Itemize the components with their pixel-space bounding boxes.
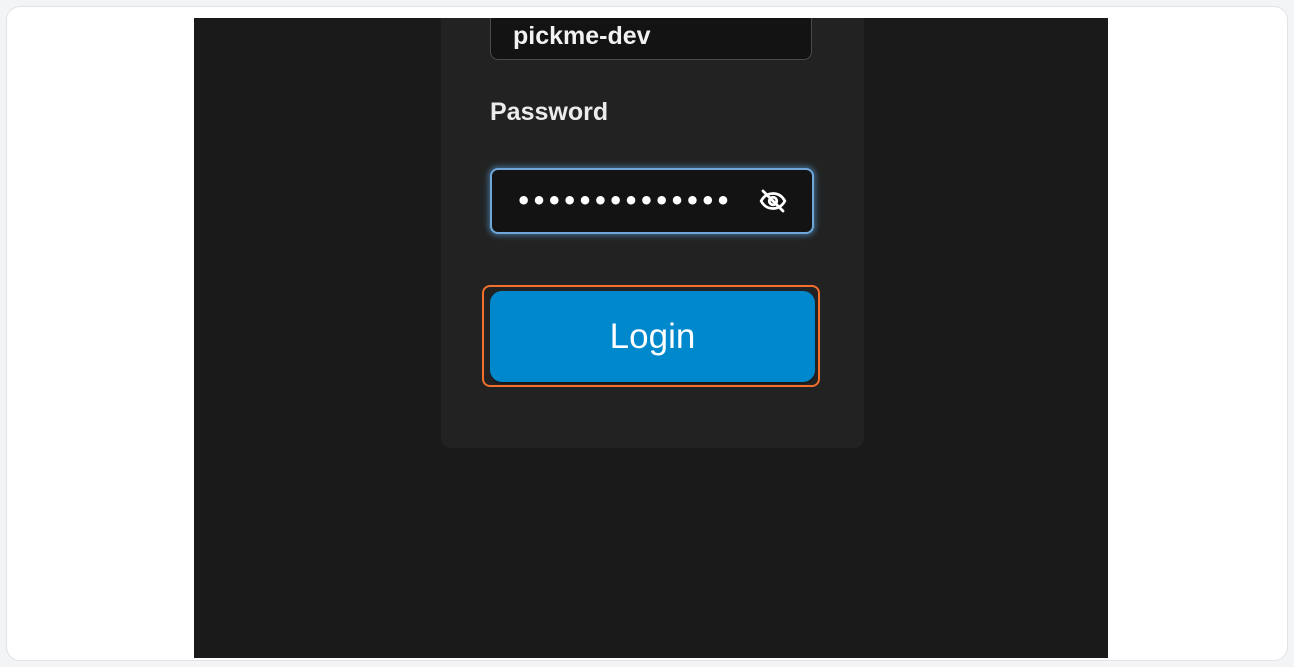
- password-field[interactable]: ••••••••••••••: [490, 168, 814, 234]
- app-viewport: pickme-dev Password •••••••••••••• Login: [194, 18, 1108, 658]
- username-field[interactable]: pickme-dev: [490, 18, 812, 60]
- screenshot-frame: pickme-dev Password •••••••••••••• Login: [6, 6, 1288, 661]
- eye-off-icon[interactable]: [756, 184, 790, 218]
- username-value: pickme-dev: [513, 21, 651, 50]
- password-label: Password: [490, 98, 609, 126]
- login-button[interactable]: Login: [490, 291, 815, 382]
- login-card: pickme-dev Password •••••••••••••• Login: [441, 18, 864, 448]
- password-value: ••••••••••••••: [516, 187, 731, 215]
